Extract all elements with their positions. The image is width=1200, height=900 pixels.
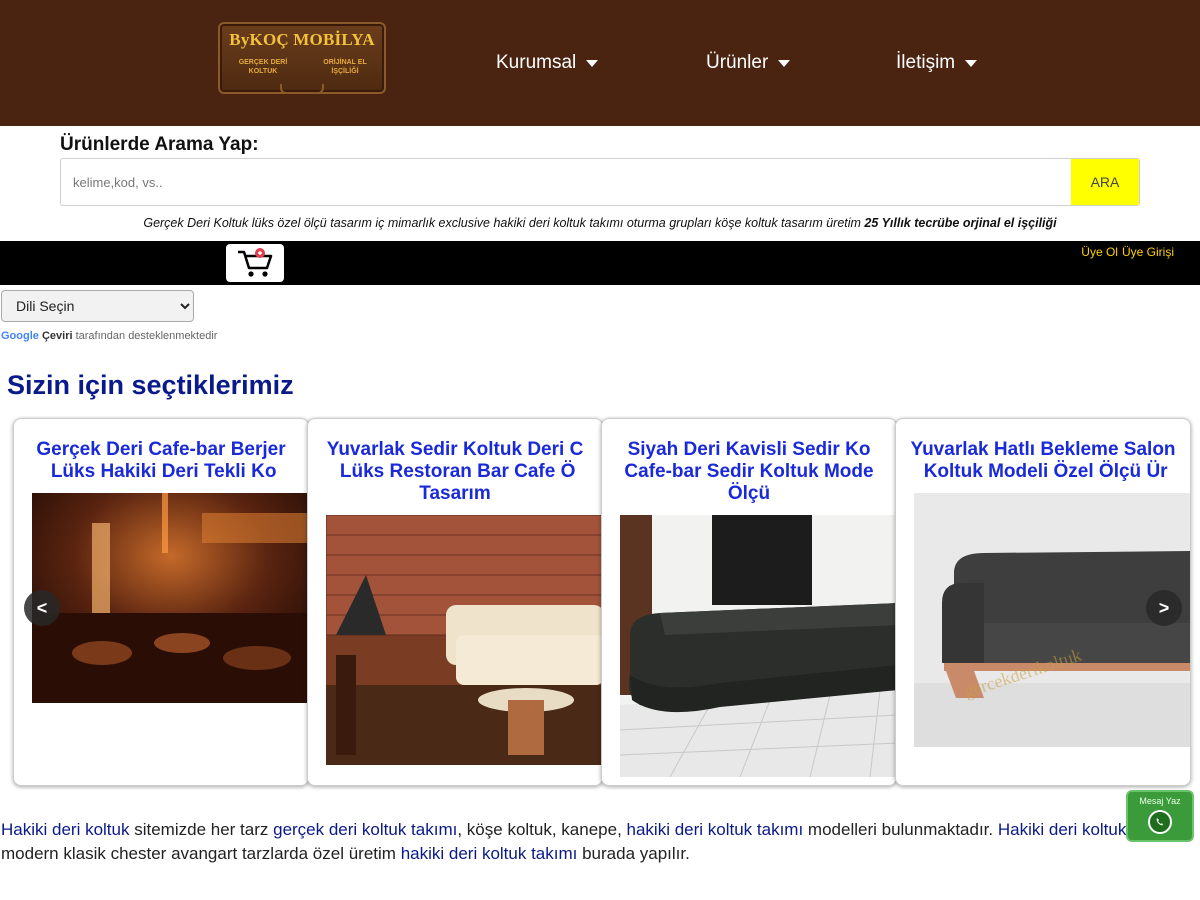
translate-link[interactable]: Çeviri	[42, 330, 73, 342]
site-description: Hakiki deri koltuk sitemizde her tarz ge…	[1, 818, 1151, 866]
google-logo: Google	[1, 330, 39, 342]
logo-subtitle-right: ORİJİNAL EL İŞÇİLİĞİ	[323, 59, 367, 75]
description-text: modern klasik chester avangart tarzlarda…	[1, 844, 401, 863]
carousel-prev-button[interactable]: <	[24, 590, 60, 626]
description-text: burada yapılır.	[577, 844, 690, 863]
cart-button[interactable]	[226, 244, 284, 282]
product-image-cafe	[32, 493, 308, 703]
description-text: , köşe koltuk, kanepe,	[457, 820, 627, 839]
register-link[interactable]: Üye Ol	[1081, 245, 1118, 259]
nav-kurumsal-label: Kurumsal	[496, 52, 577, 73]
product-image[interactable]	[620, 515, 896, 777]
chevron-down-icon	[586, 59, 599, 67]
keyword-link[interactable]: Hakiki deri koltuk	[1, 820, 130, 839]
description-text: modelleri bulunmaktadır.	[803, 820, 998, 839]
product-title[interactable]: Siyah Deri Kavisli Sedir Ko Cafe-bar Sed…	[606, 439, 892, 505]
keyword-link[interactable]: hakiki deri koltuk takımı	[401, 844, 578, 863]
keyword-link[interactable]: gerçek deri koltuk takımı	[273, 820, 457, 839]
search-label: Ürünlerde Arama Yap:	[60, 134, 259, 155]
product-card[interactable]: Yuvarlak Sedir Koltuk Deri C Lüks Restor…	[307, 418, 603, 786]
chevron-down-icon	[778, 59, 791, 67]
keyword-link[interactable]: Hakiki deri koltuk	[998, 820, 1127, 839]
whatsapp-button[interactable]: Mesaj Yaz	[1126, 790, 1194, 842]
tagline-text: Gerçek Deri Koltuk lüks özel ölçü tasarı…	[143, 216, 865, 230]
product-image[interactable]	[326, 515, 602, 765]
product-image-grey-sofa: gercekderikoltuk	[914, 493, 1190, 747]
account-bar	[0, 241, 1200, 285]
whatsapp-label: Mesaj Yaz	[1139, 796, 1181, 806]
phone-icon	[1156, 818, 1163, 826]
tagline-bold: 25 Yıllık tecrübe orjinal el işçiliği	[864, 216, 1057, 230]
product-title[interactable]: Yuvarlak Hatlı Bekleme Salon Koltuk Mode…	[900, 439, 1186, 483]
product-image-black-sofa	[620, 515, 896, 777]
site-header	[0, 0, 1200, 126]
nav-kurumsal[interactable]: Kurumsal	[496, 52, 599, 74]
google-translate-credit: Google Çeviri tarafından desteklenmekted…	[1, 330, 217, 342]
logo-subtitle-left: GERÇEK DERİ KOLTUK	[238, 59, 288, 75]
search-button[interactable]: ARA	[1071, 159, 1139, 205]
language-select[interactable]: Dili Seçin	[1, 290, 194, 322]
product-carousel: Gerçek Deri Cafe-bar Berjer Lüks Hakiki …	[0, 416, 1200, 790]
carousel-next-button[interactable]: >	[1146, 590, 1182, 626]
product-image[interactable]	[32, 493, 308, 703]
description-text: sitemizde her tarz	[129, 820, 274, 839]
login-link[interactable]: Üye Girişi	[1122, 245, 1174, 259]
keyword-link[interactable]: hakiki deri koltuk takımı	[627, 820, 804, 839]
product-title[interactable]: Gerçek Deri Cafe-bar Berjer Lüks Hakiki …	[18, 439, 304, 483]
product-title[interactable]: Yuvarlak Sedir Koltuk Deri C Lüks Restor…	[312, 439, 598, 505]
shopping-cart-icon	[238, 248, 273, 277]
powered-text: tarafından desteklenmektedir	[75, 330, 218, 342]
search-input[interactable]	[61, 159, 1071, 205]
site-logo[interactable]: ByKOÇ MOBİLYA GERÇEK DERİ KOLTUK ORİJİNA…	[218, 22, 386, 94]
nav-urunler[interactable]: Ürünler	[706, 52, 791, 74]
chevron-down-icon	[965, 59, 978, 67]
logo-decoration	[280, 84, 324, 94]
search-bar: ARA	[60, 158, 1140, 206]
product-image-restaurant	[326, 515, 602, 765]
nav-urunler-label: Ürünler	[706, 52, 769, 73]
logo-title: ByKOÇ MOBİLYA	[229, 30, 375, 49]
nav-iletisim[interactable]: İletişim	[896, 52, 978, 74]
product-card[interactable]: Siyah Deri Kavisli Sedir Ko Cafe-bar Sed…	[601, 418, 897, 786]
nav-iletisim-label: İletişim	[896, 52, 956, 73]
user-links: Üye Ol Üye Girişi	[1077, 245, 1174, 259]
product-image[interactable]: gercekderikoltuk	[914, 493, 1190, 747]
section-title: Sizin için seçtiklerimiz	[7, 370, 294, 400]
tagline: Gerçek Deri Koltuk lüks özel ölçü tasarı…	[0, 216, 1200, 230]
whatsapp-icon	[1148, 810, 1172, 834]
